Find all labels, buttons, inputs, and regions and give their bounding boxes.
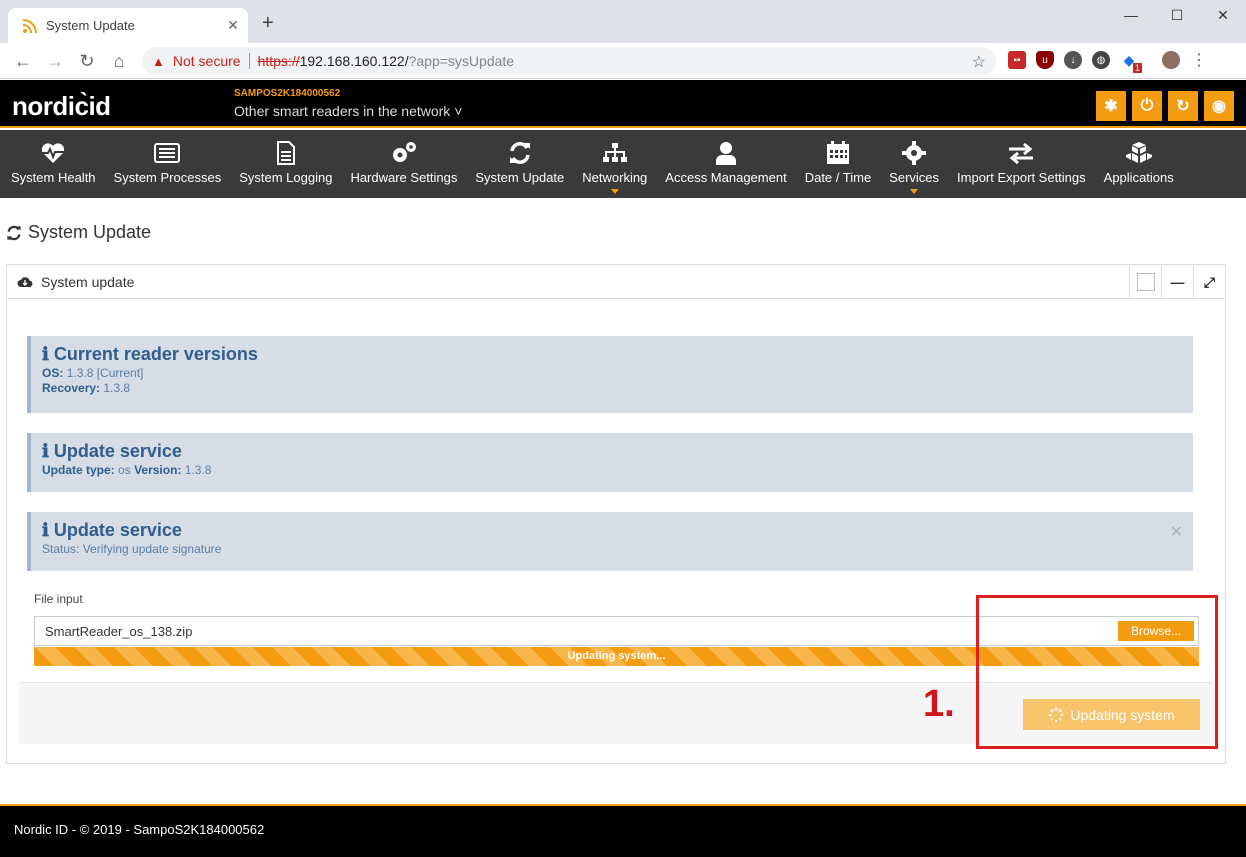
not-secure-label[interactable]: Not secure bbox=[173, 53, 241, 69]
calendar-icon bbox=[826, 140, 850, 166]
heartbeat-icon bbox=[40, 140, 66, 166]
expand-icon[interactable]: ⤢ bbox=[1193, 265, 1225, 299]
extension-icon[interactable]: ▪▪ bbox=[1008, 51, 1026, 69]
reload-icon[interactable]: ↻ bbox=[76, 51, 98, 71]
user-icon bbox=[715, 140, 737, 166]
nordic-id-logo[interactable]: nordic̀id bbox=[12, 91, 111, 122]
maximize-icon[interactable]: ☐ bbox=[1154, 0, 1200, 30]
url-host: 192.168.160.122/ bbox=[299, 53, 409, 69]
browser-toolbar: ← → ↻ ⌂ ▲ Not secure https:// 192.168.16… bbox=[0, 43, 1246, 79]
panel-header: System update — ⤢ bbox=[7, 265, 1225, 299]
refresh-icon bbox=[508, 140, 532, 166]
nav-system-processes[interactable]: System Processes bbox=[105, 130, 231, 198]
refresh-icon bbox=[7, 225, 21, 240]
panel-title: System update bbox=[41, 273, 135, 290]
nav-system-logging[interactable]: System Logging bbox=[230, 130, 341, 198]
cubes-icon bbox=[1124, 140, 1154, 166]
new-tab-icon[interactable]: + bbox=[262, 13, 274, 33]
network-dropdown[interactable]: Other smart readers in the network ˅ bbox=[234, 103, 462, 119]
cloud-download-icon bbox=[17, 276, 33, 287]
page-title: System Update bbox=[6, 222, 151, 243]
nav-networking[interactable]: Networking bbox=[573, 130, 656, 198]
dropdown-caret-icon bbox=[610, 189, 619, 194]
menu-kebab-icon[interactable]: ⋮ bbox=[1190, 51, 1208, 69]
back-icon[interactable]: ← bbox=[12, 51, 34, 71]
address-bar[interactable]: ▲ Not secure https:// 192.168.160.122/ ?… bbox=[142, 47, 996, 75]
panel-select-toggle[interactable] bbox=[1129, 265, 1161, 299]
nav-access-management[interactable]: Access Management bbox=[656, 130, 795, 198]
warning-icon: ▲ bbox=[152, 53, 165, 69]
info-icon: ℹ bbox=[42, 520, 49, 540]
info-icon: ℹ bbox=[42, 344, 49, 364]
exchange-icon bbox=[1008, 140, 1034, 166]
alert-update-status: ℹ Update service Status: Verifying update… bbox=[27, 512, 1193, 571]
alert-current-versions: ℹ Current reader versions OS: 1.3.8 [Curr… bbox=[27, 336, 1193, 413]
url-query: ?app=sysUpdate bbox=[408, 53, 515, 69]
minimize-icon[interactable]: — bbox=[1108, 0, 1154, 30]
document-icon bbox=[276, 140, 296, 166]
app-header: nordic̀id SAMPOS2K184000562 Other smart … bbox=[0, 80, 1246, 128]
nav-services[interactable]: Services bbox=[880, 130, 948, 198]
info-icon: ℹ bbox=[42, 441, 49, 461]
extension-badge: 1 bbox=[1132, 63, 1142, 73]
nav-system-health[interactable]: System Health bbox=[2, 130, 105, 198]
download-icon[interactable]: ↓ bbox=[1064, 51, 1082, 69]
gears-icon bbox=[391, 140, 417, 166]
window-close-icon[interactable]: ✕ bbox=[1200, 0, 1246, 30]
tab-close-icon[interactable]: ✕ bbox=[222, 17, 244, 34]
status-text: Status: Verifying update signature bbox=[42, 542, 222, 556]
list-icon bbox=[154, 140, 181, 166]
record-icon[interactable]: ◉ bbox=[1204, 91, 1234, 121]
drop-extension-icon[interactable]: ◆ 1 bbox=[1120, 51, 1142, 73]
home-icon[interactable]: ⌂ bbox=[108, 51, 130, 71]
minimize-panel-icon[interactable]: — bbox=[1161, 265, 1193, 299]
avatar[interactable] bbox=[1162, 51, 1180, 69]
checkbox[interactable] bbox=[1136, 273, 1155, 291]
globe-icon[interactable]: ◍ bbox=[1092, 51, 1110, 69]
browser-tabbar: System Update ✕ + — ☐ ✕ bbox=[0, 0, 1246, 43]
tab-title: System Update bbox=[46, 18, 135, 33]
bookmark-star-icon[interactable]: ☆ bbox=[972, 52, 986, 72]
main-nav: System Health System Processes System Lo… bbox=[0, 130, 1246, 198]
restart-icon[interactable]: ↻ bbox=[1168, 91, 1198, 121]
nav-hardware-settings[interactable]: Hardware Settings bbox=[341, 130, 466, 198]
browser-tab[interactable]: System Update ✕ bbox=[8, 8, 248, 43]
file-name: SmartReader_os_138.zip bbox=[45, 624, 193, 639]
dropdown-caret-icon bbox=[910, 189, 919, 194]
nav-import-export-settings[interactable]: Import Export Settings bbox=[948, 130, 1095, 198]
alert-close-icon[interactable]: ✕ bbox=[1170, 522, 1183, 542]
rss-favicon-icon bbox=[22, 18, 37, 33]
nav-system-update[interactable]: System Update bbox=[466, 130, 573, 198]
annotation-highlight-box bbox=[976, 595, 1218, 749]
alert-update-service: ℹ Update service Update type: os Version:… bbox=[27, 433, 1193, 492]
ublock-icon[interactable]: u bbox=[1036, 51, 1054, 69]
nav-applications[interactable]: Applications bbox=[1095, 130, 1183, 198]
gear-icon bbox=[902, 140, 927, 166]
sitemap-icon bbox=[602, 140, 628, 166]
forward-icon[interactable]: → bbox=[44, 51, 66, 71]
url-scheme: https:// bbox=[257, 53, 300, 69]
power-icon[interactable]: ⏻ bbox=[1132, 91, 1162, 121]
app-footer: Nordic ID - © 2019 - SampoS2K184000562 bbox=[0, 804, 1246, 857]
bug-icon[interactable]: ✱ bbox=[1096, 91, 1126, 121]
device-name: SAMPOS2K184000562 bbox=[234, 88, 341, 99]
annotation-step-number: 1. bbox=[923, 683, 955, 725]
nav-date-time[interactable]: Date / Time bbox=[796, 130, 880, 198]
file-input-label: File input bbox=[34, 592, 83, 606]
